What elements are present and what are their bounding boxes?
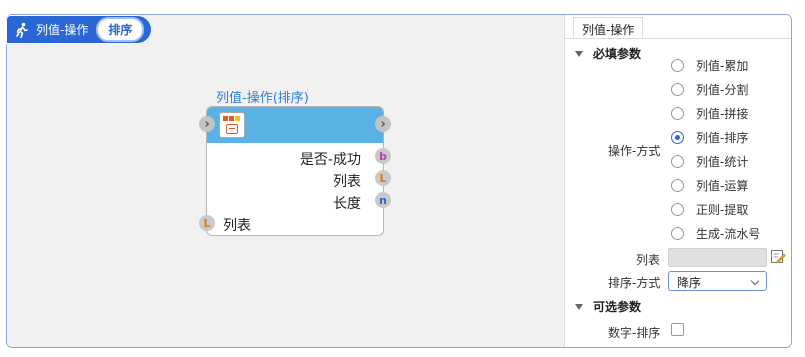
- collapse-triangle-icon: [575, 50, 583, 57]
- radio-circle[interactable]: [671, 203, 684, 216]
- radio-label: 正则-提取: [696, 203, 749, 217]
- operation-label: 操作-方式: [608, 144, 661, 158]
- output-length-label: 长度: [333, 196, 361, 212]
- operation-badge[interactable]: 排序: [96, 17, 145, 42]
- node-canvas[interactable]: 列值-操作(排序) 是否-成功 列表 长度 列表 › › b L n L: [7, 15, 563, 347]
- output-length-port[interactable]: n: [375, 192, 391, 208]
- radio-label: 列值-分割: [696, 83, 749, 97]
- node-title: 列值-操作(排序): [216, 91, 309, 106]
- input-list-port[interactable]: L: [199, 215, 215, 231]
- node-header[interactable]: [207, 107, 383, 143]
- list-input[interactable]: [668, 248, 767, 267]
- radio-circle-selected[interactable]: [671, 131, 684, 144]
- optional-section-label: 可选参数: [593, 300, 642, 314]
- radio-label: 列值-拼接: [696, 107, 749, 121]
- sort-method-value: 降序: [677, 276, 702, 290]
- radio-circle[interactable]: [671, 155, 684, 168]
- tab-divider: [565, 38, 791, 39]
- chevron-down-icon: [750, 276, 760, 286]
- radio-circle[interactable]: [671, 227, 684, 240]
- radio-accumulate[interactable]: 列值-累加: [671, 57, 748, 74]
- radio-serial-number[interactable]: 生成-流水号: [671, 225, 760, 242]
- flow-out-port[interactable]: ›: [375, 116, 391, 132]
- tab-properties[interactable]: 列值-操作: [573, 17, 644, 39]
- input-list-label: 列表: [223, 218, 251, 234]
- workflow-title: 列值-操作: [36, 23, 89, 37]
- radio-circle[interactable]: [671, 179, 684, 192]
- radio-compute[interactable]: 列值-运算: [671, 177, 748, 194]
- numeric-sort-label: 数字-排序: [608, 326, 661, 340]
- sort-method-select[interactable]: 降序: [668, 271, 767, 291]
- radio-sort[interactable]: 列值-排序: [671, 129, 748, 146]
- radio-circle[interactable]: [671, 59, 684, 72]
- radio-label: 列值-运算: [696, 179, 749, 193]
- list-operation-icon: [219, 112, 245, 138]
- properties-panel: 列值-操作 必填参数 操作-方式 列值-累加 列值-分割 列值-拼接 列值-排序…: [564, 15, 791, 347]
- optional-section-header[interactable]: 可选参数: [575, 298, 641, 315]
- edit-icon[interactable]: [770, 248, 786, 264]
- required-section-header[interactable]: 必填参数: [575, 45, 641, 62]
- numeric-sort-checkbox[interactable]: [671, 323, 684, 336]
- collapse-triangle-icon: [575, 303, 583, 310]
- output-success-port[interactable]: b: [375, 148, 391, 164]
- radio-label: 列值-排序: [696, 131, 749, 145]
- sort-method-label: 排序-方式: [608, 276, 661, 290]
- running-person-icon: [16, 22, 28, 38]
- list-label: 列表: [636, 253, 661, 267]
- workflow-title-pill[interactable]: 列值-操作 排序: [6, 15, 152, 44]
- flow-in-port[interactable]: ›: [199, 116, 215, 132]
- output-list-port[interactable]: L: [375, 170, 391, 186]
- radio-circle[interactable]: [671, 107, 684, 120]
- radio-circle[interactable]: [671, 83, 684, 96]
- operation-node[interactable]: 是否-成功 列表 长度 列表: [206, 106, 384, 236]
- radio-label: 列值-统计: [696, 155, 749, 169]
- radio-regex-extract[interactable]: 正则-提取: [671, 201, 748, 218]
- radio-join[interactable]: 列值-拼接: [671, 105, 748, 122]
- radio-statistics[interactable]: 列值-统计: [671, 153, 748, 170]
- radio-label: 生成-流水号: [696, 227, 761, 241]
- radio-split[interactable]: 列值-分割: [671, 81, 748, 98]
- required-section-label: 必填参数: [593, 47, 642, 61]
- output-success-label: 是否-成功: [299, 152, 361, 168]
- output-list-label: 列表: [333, 174, 361, 190]
- workflow-frame: 列值-操作(排序) 是否-成功 列表 长度 列表 › › b L n L 列值-…: [6, 14, 792, 348]
- radio-label: 列值-累加: [696, 59, 749, 73]
